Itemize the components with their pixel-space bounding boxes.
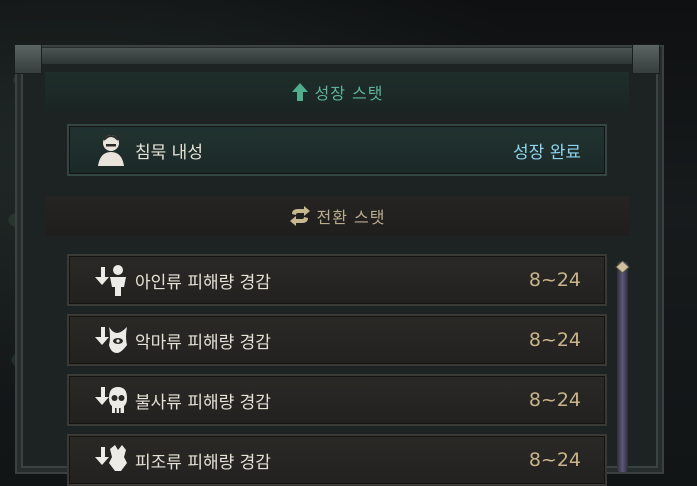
construct-icon [91,440,131,480]
undead-icon [91,380,131,420]
stat-label: 불사류 피해량 경감 [135,392,271,413]
stat-row-undead[interactable]: 불사류 피해량 경감 8~24 [67,374,607,426]
panel-top-border [18,48,657,64]
growth-stat-header: 성장 스탯 [45,72,629,112]
stat-value: 8~24 [528,389,581,411]
stat-value: 8~24 [528,449,581,471]
stat-label: 침묵 내성 [135,142,203,163]
demon-icon [91,320,131,360]
stat-row-construct[interactable]: 피조류 피해량 경감 8~24 [67,434,607,486]
stat-row-demon[interactable]: 악마류 피해량 경감 8~24 [67,314,607,366]
stat-label: 피조류 피해량 경감 [135,452,271,473]
silence-resist-icon [91,130,131,170]
switch-stat-title: 전환 스탯 [316,208,386,227]
stat-label: 악마류 피해량 경감 [135,332,271,353]
scrollbar[interactable] [617,262,628,472]
stat-label: 아인류 피해량 경감 [135,272,271,293]
stat-value: 8~24 [528,329,581,351]
swap-arrows-icon [289,206,311,226]
growth-arrow-icon [291,82,309,102]
panel-corner-left [14,44,42,74]
scrollbar-handle-icon[interactable] [614,260,631,274]
panel-corner-right [632,44,660,74]
stat-row-humanoid[interactable]: 아인류 피해량 경감 8~24 [67,254,607,306]
growth-stat-title: 성장 스탯 [314,84,384,103]
stat-row-silence-resist[interactable]: 침묵 내성 성장 완료 [67,124,607,176]
humanoid-icon [91,260,131,300]
switch-stat-header: 전환 스탯 [45,196,629,236]
stat-value: 8~24 [528,269,581,291]
stat-status: 성장 완료 [513,142,581,163]
